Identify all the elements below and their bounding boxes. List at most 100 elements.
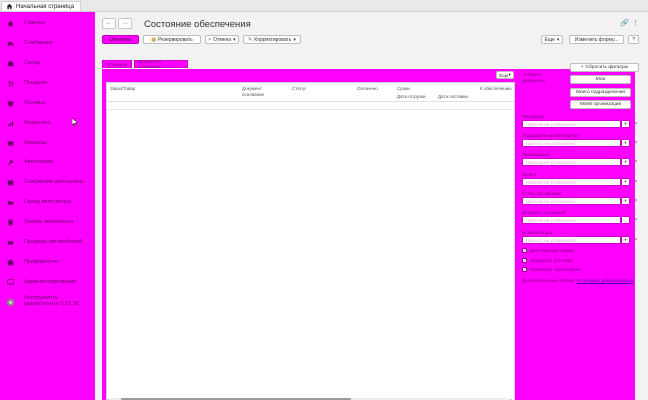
sidebar-item-retail[interactable]: Розница bbox=[0, 96, 95, 110]
chevron-down-icon[interactable]: ▾ bbox=[621, 197, 630, 205]
supplier-warehouse-filter-input[interactable]: (фильтр не установлен) bbox=[522, 197, 621, 205]
sidebar-item-finance[interactable]: Финансы bbox=[0, 136, 95, 150]
chevron-down-icon: ▾ bbox=[233, 36, 236, 43]
sidebar-item-label: Продажа автомобилей bbox=[24, 239, 83, 245]
sidebar-item-label: Заказы автосалона bbox=[24, 219, 74, 225]
sidebar-item-label: Розница bbox=[24, 100, 46, 106]
sidebar-item-enterprise[interactable]: Предприятие bbox=[0, 255, 95, 269]
main-content: ← → Состояние обеспечения 🔗 ⋮ Обновить ▦… bbox=[96, 12, 648, 400]
more-vertical-icon[interactable]: ⋮ bbox=[632, 19, 639, 27]
checkmark-icon: ✓ bbox=[522, 258, 527, 263]
monitor-icon bbox=[7, 279, 14, 286]
column-header-paid[interactable]: Оплачено bbox=[357, 86, 378, 91]
clear-icon[interactable]: × bbox=[633, 197, 639, 205]
clear-icon[interactable]: × bbox=[633, 158, 639, 166]
column-header-to-provide[interactable]: К обеспечению bbox=[480, 86, 512, 91]
sidebar-item-marketing[interactable]: Маркетинг bbox=[0, 116, 95, 130]
ellipsis-icon[interactable]: … bbox=[621, 216, 630, 224]
additional-filters: Дополнительные отборы: Установить дополн… bbox=[522, 278, 633, 283]
filter-mode-label-1: Отбирать bbox=[522, 72, 542, 77]
chevron-down-icon[interactable]: ▾ bbox=[621, 139, 630, 147]
column-header-terms[interactable]: Сроки bbox=[397, 86, 410, 91]
clear-icon[interactable]: × bbox=[633, 216, 639, 224]
chevron-down-icon: ▾ bbox=[293, 36, 296, 43]
tab-main[interactable]: Основное bbox=[102, 60, 132, 68]
chevron-down-icon[interactable]: ▾ bbox=[621, 120, 630, 128]
check-deliveries-checkbox[interactable]: ✓ Проверить поставки bbox=[522, 258, 572, 263]
client-filter-label: Клиент: bbox=[522, 172, 539, 177]
link-icon[interactable]: 🔗 bbox=[620, 19, 629, 27]
sidebar-item-main[interactable]: Главное bbox=[0, 16, 95, 30]
column-header-document[interactable]: Документ bbox=[242, 86, 262, 91]
sidebar-item-dealer-orders[interactable]: Заказы автосалона bbox=[0, 215, 95, 229]
chevron-down-icon[interactable]: ▾ bbox=[621, 158, 630, 166]
reserve-button[interactable]: ▦ Резервировать bbox=[143, 35, 201, 44]
table-more-button[interactable]: Еще ▾ bbox=[496, 71, 514, 79]
clear-icon[interactable]: × bbox=[633, 236, 639, 244]
home-icon bbox=[7, 20, 14, 27]
clear-icon[interactable]: × bbox=[633, 178, 639, 186]
mine-button[interactable]: Мои bbox=[570, 75, 631, 84]
column-header-ship-date[interactable]: Дата отгрузки bbox=[397, 94, 426, 99]
tab-main-label: Основное bbox=[106, 61, 128, 67]
reserve-label: Резервировать bbox=[157, 36, 193, 43]
sidebar-item-supply[interactable]: Снабжение bbox=[0, 36, 95, 50]
check-provision-checkbox[interactable]: ✓ Проверить обеспечение bbox=[522, 267, 581, 272]
column-header-order[interactable]: Заказ/Товар bbox=[110, 86, 135, 91]
manager-division-filter-input[interactable]: (фильтр не установлен) bbox=[522, 139, 621, 147]
sidebar-item-label: Главное bbox=[24, 20, 46, 26]
cancel-label: Отмена bbox=[213, 36, 232, 43]
my-division-button[interactable]: Моего подразделения bbox=[570, 88, 631, 97]
organization-filter-input[interactable]: (фильтр не установлен) bbox=[522, 158, 621, 166]
additional-filters-prefix: Дополнительные отборы: bbox=[522, 278, 576, 283]
clear-icon[interactable]: × bbox=[633, 139, 639, 147]
sidebar-item-dev-tools[interactable]: Инструменты разработчика 0.62.28 bbox=[0, 293, 95, 311]
correct-dropdown-button[interactable]: ✎ Корректировать ▾ bbox=[243, 35, 301, 44]
column-header-delivery-date[interactable]: Дата поставки bbox=[438, 94, 468, 99]
refresh-button[interactable]: Обновить bbox=[102, 35, 139, 44]
tab-home-page[interactable]: Начальная страница bbox=[1, 1, 82, 11]
more-label: Еще bbox=[544, 36, 555, 43]
check-provision-label: Проверить обеспечение bbox=[530, 267, 581, 272]
back-button[interactable]: ← bbox=[102, 18, 116, 29]
base-document-filter-input[interactable]: (фильтр не установлен) bbox=[522, 216, 621, 224]
chevron-down-icon[interactable]: ▾ bbox=[621, 236, 630, 244]
sidebar-item-dealer-warehouse[interactable]: Склад автосалона bbox=[0, 195, 95, 209]
client-filter-input[interactable]: (фильтр не установлен) bbox=[522, 178, 621, 186]
column-header-document-line2: основание bbox=[242, 92, 265, 97]
sidebar-item-autoservice[interactable]: Автосервис bbox=[0, 155, 95, 169]
my-organization-button[interactable]: Моей организации bbox=[570, 100, 631, 109]
table-row-divider bbox=[107, 109, 514, 110]
box-icon bbox=[7, 179, 14, 186]
sidebar: Главное Снабжение Склад Продажи Розница … bbox=[0, 12, 95, 400]
my-organization-label: Моей организации bbox=[579, 102, 622, 107]
orders-table[interactable]: Заказ/Товар Документ основание Статус Оп… bbox=[106, 82, 515, 400]
sidebar-item-label: Склад bbox=[24, 60, 40, 66]
filter-mode-label-2: документы bbox=[522, 78, 545, 83]
nomenclature-filter-input[interactable]: (фильтр не установлен) bbox=[522, 236, 621, 244]
store-icon bbox=[7, 100, 14, 107]
column-header-status[interactable]: Статус bbox=[292, 86, 306, 91]
sidebar-item-car-sales[interactable]: Продажа автомобилей bbox=[0, 235, 95, 249]
tab-base-documents[interactable]: Документы-основания bbox=[134, 59, 188, 69]
sidebar-item-warehouse[interactable]: Склад bbox=[0, 56, 95, 70]
sidebar-item-label: Предприятие bbox=[24, 259, 58, 265]
sidebar-item-dealer-supply[interactable]: Снабжение автосалона bbox=[0, 175, 95, 189]
forward-button[interactable]: → bbox=[118, 18, 132, 29]
reset-filters-button[interactable]: × Сбросить фильтры bbox=[570, 63, 639, 72]
active-orders-checkbox[interactable]: ✓ Действующие заказы bbox=[522, 248, 575, 253]
additional-filters-link[interactable]: Установить дополнительно bbox=[577, 278, 634, 283]
cancel-dropdown-button[interactable]: × Отмена ▾ bbox=[205, 35, 239, 44]
sidebar-item-admin[interactable]: Администрирование bbox=[0, 275, 95, 289]
help-button[interactable]: ? bbox=[628, 35, 639, 44]
sidebar-item-sales[interactable]: Продажи bbox=[0, 76, 95, 90]
change-form-button[interactable]: Изменить форму... bbox=[569, 35, 624, 44]
close-icon: × bbox=[580, 65, 584, 70]
sidebar-item-label: Склад автосалона bbox=[24, 199, 72, 205]
clear-icon[interactable]: × bbox=[633, 120, 639, 128]
sidebar-item-label: Снабжение автосалона bbox=[24, 179, 85, 185]
more-button[interactable]: Еще ▾ bbox=[541, 35, 563, 44]
sidebar-item-label: Финансы bbox=[24, 140, 48, 146]
chevron-down-icon[interactable]: ▾ bbox=[621, 178, 630, 186]
manager-filter-input[interactable]: (фильтр не установлен) bbox=[522, 120, 621, 128]
